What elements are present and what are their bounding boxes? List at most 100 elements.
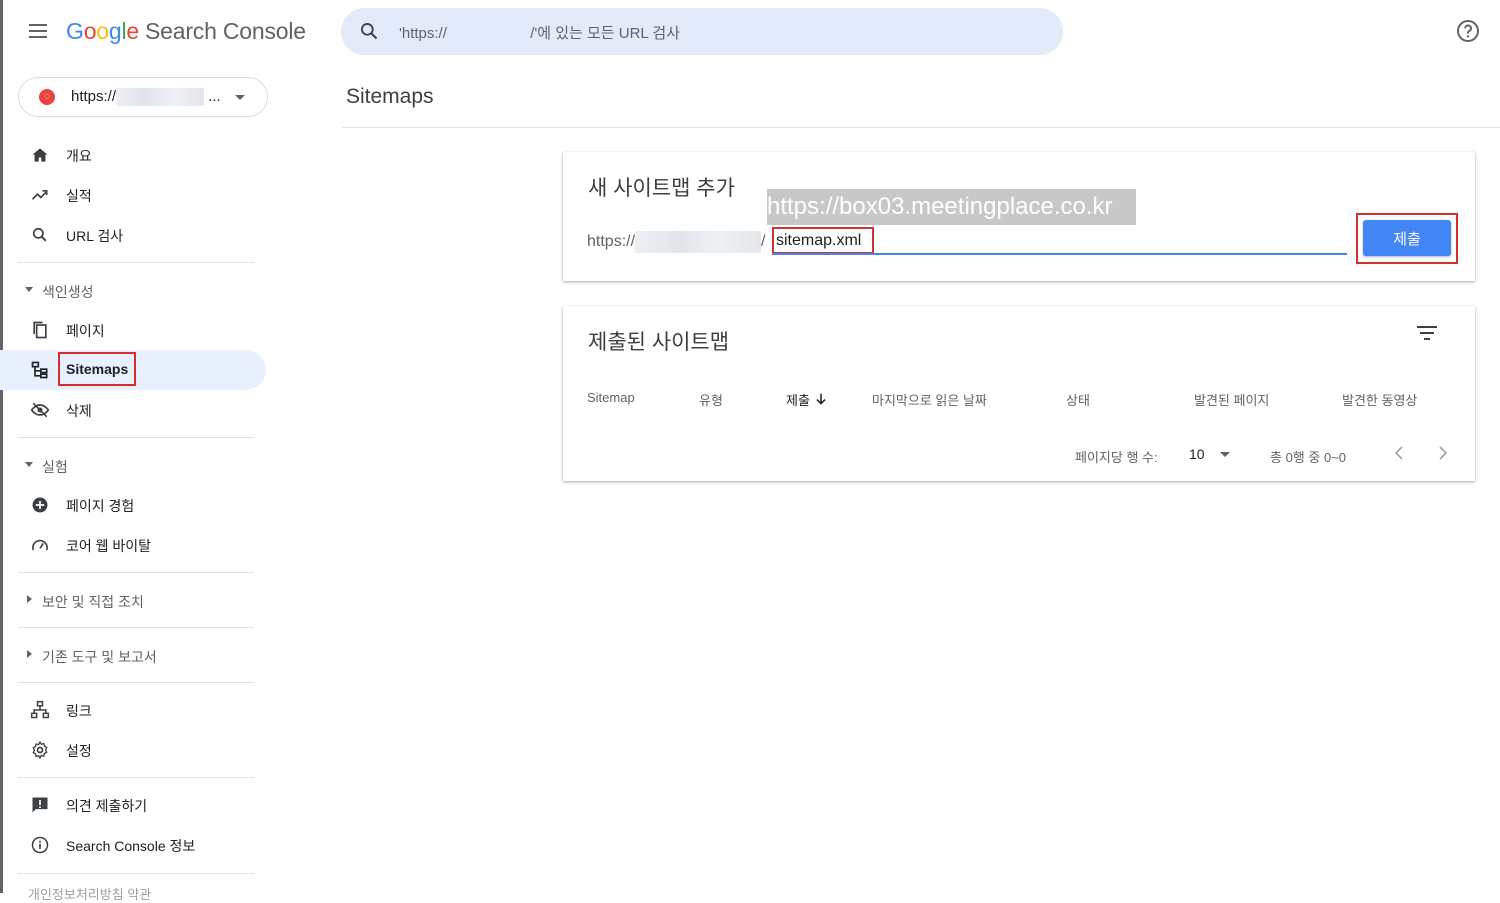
property-selector[interactable]: ◌ https:// ... [18, 77, 268, 117]
logo-letter: g [108, 18, 122, 44]
chevron-left-icon[interactable] [1391, 443, 1407, 463]
chevron-down-icon [235, 95, 245, 100]
sitemap-url-input[interactable] [772, 227, 874, 254]
section-label: 기존 도구 및 보고서 [42, 649, 157, 665]
divider [18, 437, 254, 438]
url-prefix-slash: / [761, 233, 766, 251]
property-url: https:// ... [71, 88, 221, 107]
section-label: 색인생성 [42, 284, 94, 300]
url-inspect-search-bar[interactable] [341, 8, 1063, 55]
links-tree-icon [30, 700, 50, 719]
home-icon [32, 148, 48, 162]
sidebar-item-links[interactable]: 링크 [0, 690, 270, 730]
section-security[interactable]: 보안 및 직접 조치 [0, 580, 270, 620]
property-url-prefix: https:// [71, 88, 117, 105]
sidebar-item-overview[interactable]: 개요 [0, 135, 270, 175]
logo-letter: G [66, 18, 84, 44]
sidebar-item-settings[interactable]: 설정 [0, 730, 270, 770]
visibility-off-icon [30, 402, 50, 418]
sidebar-item-removals[interactable]: 삭제 [0, 390, 270, 430]
sidebar-item-page-experience[interactable]: 페이지 경험 [0, 485, 270, 525]
sidebar-nav: 개요 실적 URL 검사 색인생성 페이지 Sitemaps 삭제 실험 페이지… [0, 135, 270, 865]
input-underline [772, 253, 1347, 255]
url-prefix-start: https:// [587, 233, 636, 251]
rows-per-page-label: 페이지당 행 수: [1075, 450, 1158, 465]
chevron-right-icon [27, 595, 32, 603]
column-header-type[interactable]: 유형 [699, 390, 723, 409]
submitted-sitemaps-title: 제출된 사이트맵 [588, 331, 730, 354]
search-icon [32, 227, 47, 242]
column-header-last-read[interactable]: 마지막으로 읽은 날짜 [872, 390, 987, 409]
divider [342, 127, 1500, 128]
hamburger-menu-icon[interactable] [26, 20, 50, 44]
autocomplete-overlay: https://box03.meetingplace.co.kr [767, 189, 1136, 225]
search-icon [361, 23, 378, 40]
sidebar-item-label: 의견 제출하기 [66, 798, 148, 814]
column-header-submitted[interactable]: 제출 [786, 390, 828, 409]
logo-letter: e [126, 18, 139, 44]
info-icon [31, 836, 49, 854]
gear-icon [32, 740, 48, 760]
property-ellipsis: ... [208, 88, 221, 105]
divider [18, 873, 254, 874]
section-label: 실험 [42, 459, 68, 475]
sidebar-item-label: 페이지 경험 [66, 498, 135, 514]
logo-letter: o [83, 18, 97, 44]
arrow-down-icon [816, 393, 826, 405]
product-name: Search Console [145, 18, 306, 44]
column-header-discovered-videos[interactable]: 발견한 동영상 [1342, 390, 1417, 409]
chevron-right-icon [27, 650, 32, 658]
sidebar-item-performance[interactable]: 실적 [0, 175, 270, 215]
column-header-status[interactable]: 상태 [1066, 390, 1090, 409]
rows-per-page-select[interactable]: 10 [1189, 446, 1205, 462]
add-sitemap-title: 새 사이트맵 추가 [588, 177, 735, 200]
top-bar: Google Search Console [0, 0, 1500, 66]
chevron-down-icon [25, 462, 33, 467]
section-legacy-tools[interactable]: 기존 도구 및 보고서 [0, 635, 270, 675]
divider [18, 682, 254, 683]
divider [18, 262, 254, 263]
file-copy-icon [33, 321, 47, 339]
sidebar-item-label: 실적 [66, 188, 92, 204]
trending-up-icon [31, 190, 48, 200]
google-search-console-logo[interactable]: Google Search Console [66, 18, 306, 45]
page-title: Sitemaps [346, 85, 434, 108]
sidebar-item-about[interactable]: Search Console 정보 [0, 825, 270, 865]
column-header-label: 제출 [786, 393, 810, 408]
chevron-right-icon[interactable] [1435, 443, 1451, 463]
sidebar-item-feedback[interactable]: 의견 제출하기 [0, 785, 270, 825]
chevron-down-icon [25, 287, 33, 292]
section-label: 보안 및 직접 조치 [42, 594, 144, 610]
submit-button[interactable]: 제출 [1363, 220, 1451, 256]
chevron-down-icon[interactable] [1220, 452, 1230, 457]
search-input[interactable] [397, 20, 1041, 46]
sidebar-item-pages[interactable]: 페이지 [0, 310, 270, 350]
sidebar-item-label: 링크 [66, 703, 92, 719]
divider [18, 627, 254, 628]
divider [18, 777, 254, 778]
sidebar-item-label: 설정 [66, 743, 92, 759]
sidebar-item-sitemaps[interactable]: Sitemaps [0, 350, 266, 390]
logo-letter: o [96, 18, 109, 44]
section-indexing[interactable]: 색인생성 [0, 270, 270, 310]
feedback-icon [32, 797, 48, 813]
sidebar-item-label: URL 검사 [66, 228, 124, 244]
sidebar-item-label: Sitemaps [57, 352, 137, 386]
filter-list-icon[interactable] [1416, 326, 1438, 344]
footer-links[interactable]: 개인정보처리방침 약관 [28, 884, 151, 903]
column-header-sitemap[interactable]: Sitemap [587, 390, 635, 405]
add-circle-icon [32, 497, 48, 513]
sidebar-item-label: 코어 웹 바이탈 [66, 538, 152, 554]
sidebar-item-label: 삭제 [66, 403, 92, 419]
section-experience[interactable]: 실험 [0, 445, 270, 485]
sitemap-url-prefix: https:// / [587, 231, 765, 253]
speed-gauge-icon [32, 539, 48, 551]
sidebar-item-label: Search Console 정보 [66, 838, 196, 854]
column-header-discovered-pages[interactable]: 발견된 페이지 [1194, 390, 1269, 409]
redacted-domain [116, 88, 205, 107]
sidebar-item-url-inspection[interactable]: URL 검사 [0, 215, 270, 255]
divider [18, 572, 254, 573]
sidebar-item-core-web-vitals[interactable]: 코어 웹 바이탈 [0, 525, 270, 565]
sidebar-item-label: 페이지 [66, 323, 105, 339]
help-icon[interactable] [1456, 19, 1480, 43]
